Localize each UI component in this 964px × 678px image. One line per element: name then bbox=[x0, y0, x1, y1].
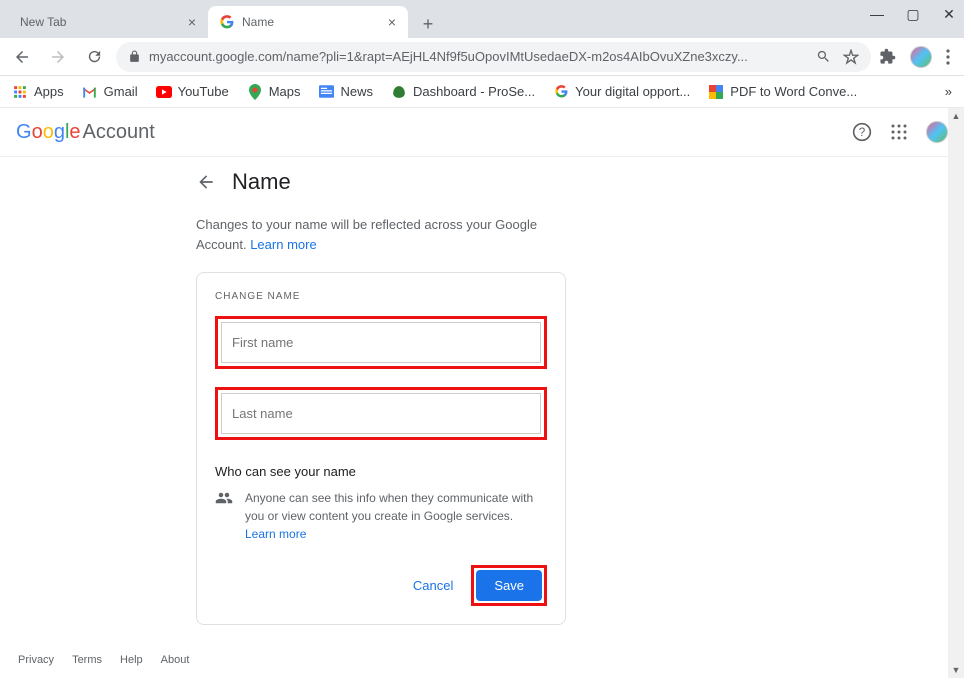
browser-tab-newtab[interactable]: New Tab × bbox=[8, 6, 208, 38]
app-header: Google Account ? bbox=[0, 108, 964, 156]
minimize-icon[interactable]: — bbox=[868, 6, 886, 23]
who-learn-more-link[interactable]: Learn more bbox=[245, 527, 306, 541]
address-bar[interactable]: myaccount.google.com/name?pli=1&rapt=AEj… bbox=[116, 42, 871, 72]
bookmark-youtube[interactable]: YouTube bbox=[156, 84, 229, 100]
bookmark-label: Maps bbox=[269, 84, 301, 99]
tab-title: New Tab bbox=[20, 15, 66, 29]
google-icon bbox=[553, 84, 569, 100]
extensions-icon[interactable] bbox=[879, 48, 896, 65]
bookmarks-overflow-icon[interactable]: » bbox=[945, 84, 952, 99]
bookmark-gmail[interactable]: Gmail bbox=[82, 84, 138, 100]
who-desc-text: Anyone can see this info when they commu… bbox=[245, 491, 533, 523]
learn-more-link[interactable]: Learn more bbox=[250, 237, 316, 252]
footer-help[interactable]: Help bbox=[120, 654, 143, 666]
bookmark-label: Apps bbox=[34, 84, 64, 99]
scroll-down-icon[interactable]: ▼ bbox=[948, 662, 964, 678]
browser-tab-name[interactable]: Name × bbox=[208, 6, 408, 38]
pdf-icon bbox=[708, 84, 724, 100]
google-logo: Google bbox=[16, 121, 81, 144]
browser-tab-strip: New Tab × Name × + — ▢ ✕ bbox=[0, 0, 964, 38]
bookmark-label: Dashboard - ProSe... bbox=[413, 84, 535, 99]
who-can-see-row: Anyone can see this info when they commu… bbox=[215, 489, 547, 543]
bookmark-digital[interactable]: Your digital opport... bbox=[553, 84, 690, 100]
lock-icon bbox=[128, 50, 141, 63]
youtube-icon bbox=[156, 84, 172, 100]
zoom-icon[interactable] bbox=[816, 49, 831, 64]
close-icon[interactable]: × bbox=[188, 14, 196, 30]
scroll-up-icon[interactable]: ▲ bbox=[948, 108, 964, 124]
last-name-highlight bbox=[215, 387, 547, 440]
button-row: Cancel Save bbox=[215, 565, 547, 606]
first-name-input[interactable] bbox=[221, 322, 541, 363]
first-name-highlight bbox=[215, 316, 547, 369]
page-title: Name bbox=[232, 169, 291, 195]
bookmarks-bar: Apps Gmail YouTube Maps News Dashboard -… bbox=[0, 76, 964, 108]
news-icon bbox=[318, 84, 334, 100]
bookmark-dashboard[interactable]: Dashboard - ProSe... bbox=[391, 84, 535, 100]
bookmark-label: Your digital opport... bbox=[575, 84, 690, 99]
maximize-icon[interactable]: ▢ bbox=[904, 6, 922, 23]
close-icon[interactable]: × bbox=[388, 14, 396, 30]
last-name-input[interactable] bbox=[221, 393, 541, 434]
bookmark-label: YouTube bbox=[178, 84, 229, 99]
menu-icon[interactable] bbox=[946, 49, 950, 65]
window-controls: — ▢ ✕ bbox=[868, 6, 958, 23]
cancel-button[interactable]: Cancel bbox=[409, 570, 457, 601]
people-icon bbox=[215, 489, 233, 543]
bookmark-label: News bbox=[340, 84, 373, 99]
apps-icon bbox=[12, 84, 28, 100]
change-name-card: CHANGE NAME Who can see your name Anyone… bbox=[196, 272, 566, 625]
tab-title: Name bbox=[242, 15, 274, 29]
new-tab-button[interactable]: + bbox=[414, 10, 442, 38]
account-avatar[interactable] bbox=[926, 121, 948, 143]
browser-toolbar: myaccount.google.com/name?pli=1&rapt=AEj… bbox=[0, 38, 964, 76]
card-label: CHANGE NAME bbox=[215, 291, 547, 302]
close-window-icon[interactable]: ✕ bbox=[940, 6, 958, 23]
star-icon[interactable] bbox=[843, 49, 859, 65]
dashboard-icon bbox=[391, 84, 407, 100]
back-arrow-icon[interactable] bbox=[196, 172, 216, 192]
footer: Privacy Terms Help About bbox=[18, 654, 189, 666]
desc-text: Changes to your name will be reflected a… bbox=[196, 217, 537, 252]
who-can-see-title: Who can see your name bbox=[215, 464, 547, 479]
gmail-icon bbox=[82, 84, 98, 100]
profile-avatar[interactable] bbox=[910, 46, 932, 68]
footer-privacy[interactable]: Privacy bbox=[18, 654, 54, 666]
vertical-scrollbar[interactable]: ▲ ▼ bbox=[948, 108, 964, 678]
svg-text:?: ? bbox=[859, 126, 866, 139]
forward-button[interactable] bbox=[44, 43, 72, 71]
google-favicon bbox=[220, 15, 234, 29]
save-highlight: Save bbox=[471, 565, 547, 606]
bookmark-apps[interactable]: Apps bbox=[12, 84, 64, 100]
who-desc: Anyone can see this info when they commu… bbox=[245, 489, 547, 543]
save-button[interactable]: Save bbox=[476, 570, 542, 601]
bookmark-maps[interactable]: Maps bbox=[247, 84, 301, 100]
footer-terms[interactable]: Terms bbox=[72, 654, 102, 666]
bookmark-news[interactable]: News bbox=[318, 84, 373, 100]
apps-grid-icon[interactable] bbox=[890, 123, 908, 141]
help-icon[interactable]: ? bbox=[852, 122, 872, 142]
reload-button[interactable] bbox=[80, 43, 108, 71]
bookmark-pdf[interactable]: PDF to Word Conve... bbox=[708, 84, 857, 100]
bookmark-label: PDF to Word Conve... bbox=[730, 84, 857, 99]
url-text: myaccount.google.com/name?pli=1&rapt=AEj… bbox=[149, 49, 808, 64]
account-word: Account bbox=[83, 121, 155, 144]
page-description: Changes to your name will be reflected a… bbox=[196, 207, 564, 272]
bookmark-label: Gmail bbox=[104, 84, 138, 99]
back-button[interactable] bbox=[8, 43, 36, 71]
footer-about[interactable]: About bbox=[161, 654, 190, 666]
maps-icon bbox=[247, 84, 263, 100]
page-subheader: Name bbox=[0, 157, 964, 207]
